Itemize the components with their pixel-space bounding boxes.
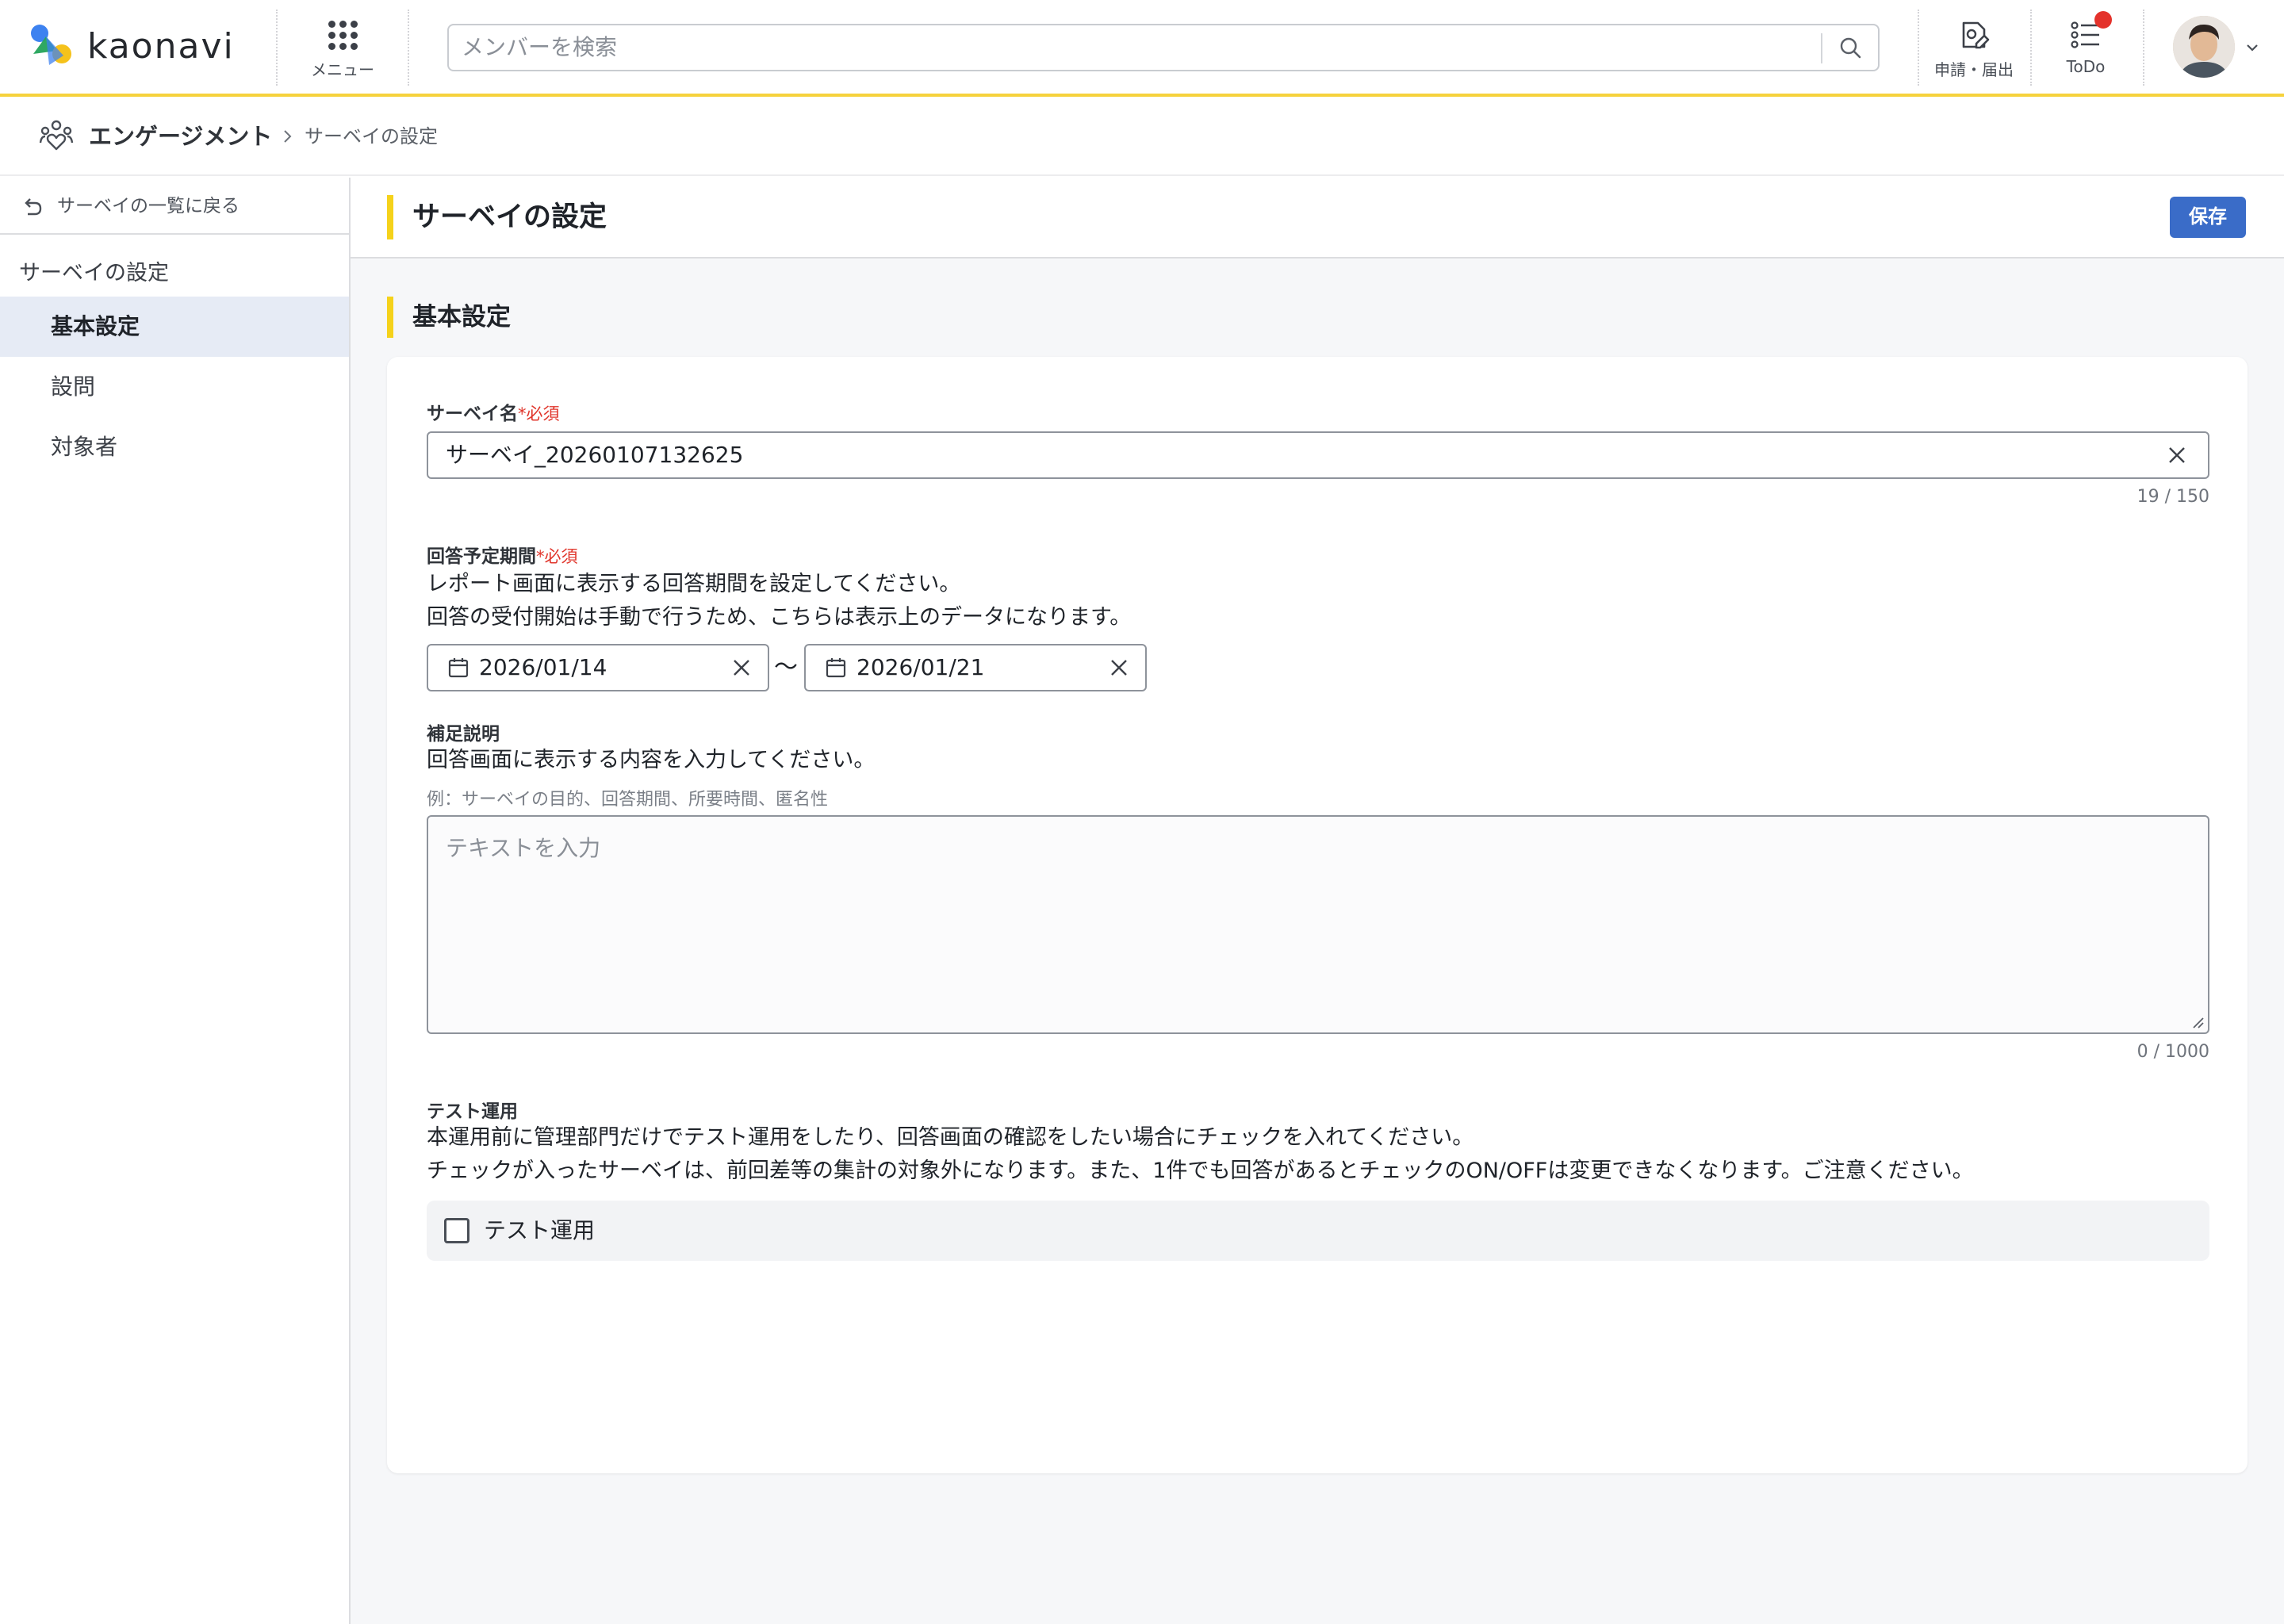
search-divider — [1821, 33, 1822, 63]
page-header: サーベイの設定 保存 — [351, 178, 2284, 259]
clear-icon[interactable] — [2167, 445, 2187, 465]
resize-grip-icon[interactable] — [2190, 1015, 2205, 1029]
required-mark: *必須 — [518, 404, 560, 423]
divider — [2143, 10, 2144, 86]
request-icon — [1956, 14, 1992, 56]
requests-label: 申請・届出 — [1934, 60, 2014, 79]
calendar-icon — [826, 658, 846, 678]
main-content: サーベイの設定 保存 基本設定 サーベイ名*必須 サーベイ_2026010713… — [351, 178, 2284, 1624]
divider — [276, 10, 278, 86]
title-accent — [387, 195, 393, 239]
page-title: サーベイの設定 — [412, 201, 607, 233]
engagement-icon — [39, 120, 74, 151]
undo-arrow-icon — [25, 198, 42, 216]
required-mark: *必須 — [536, 547, 578, 566]
todo-list-icon — [2067, 11, 2112, 56]
date-separator: 〜 — [774, 653, 798, 681]
test-desc-1: 本運用前に管理部門だけでテスト運用をしたり、回答画面の確認をしたい場合にチェック… — [427, 1125, 1474, 1150]
note-hint: 例：サーベイの目的、回答期間、所要時間、匿名性 — [427, 790, 829, 810]
search-placeholder: メンバーを検索 — [462, 34, 618, 60]
logo-mark-icon — [31, 25, 71, 65]
todo-label: ToDo — [2066, 57, 2106, 76]
survey-name-label: サーベイ名*必須 — [427, 404, 560, 424]
note-desc: 回答画面に表示する内容を入力してください。 — [427, 748, 876, 772]
notification-dot — [2094, 11, 2112, 29]
settings-card: サーベイ名*必須 サーベイ_20260107132625 19 / 150 回答… — [387, 357, 2248, 1473]
test-desc-2: チェックが入ったサーベイは、前回差等の集計の対象外になります。また、1件でも回答… — [427, 1159, 1974, 1183]
test-checkbox-row[interactable]: テスト運用 — [427, 1201, 2209, 1261]
start-date-value: 2026/01/14 — [479, 654, 607, 680]
sidebar-item-questions[interactable]: 設問 — [0, 357, 349, 417]
period-desc-2: 回答の受付開始は手動で行うため、こちらは表示上のデータになります。 — [427, 605, 1132, 630]
end-date-input[interactable]: 2026/01/21 — [804, 644, 1147, 691]
end-date-value: 2026/01/21 — [856, 654, 985, 680]
search-icon[interactable] — [1838, 36, 1862, 59]
top-header: kaonavi メニュー メンバーを検索 申請・届出 ToDo — [0, 0, 2284, 97]
divider — [1918, 10, 1919, 86]
menu-button[interactable]: メニュー — [305, 14, 381, 82]
period-desc-1: レポート画面に表示する回答期間を設定してください。 — [427, 572, 961, 596]
requests-button[interactable]: 申請・届出 — [1932, 14, 2016, 82]
breadcrumb-current: サーベイの設定 — [305, 125, 438, 147]
note-textarea[interactable]: テキストを入力 — [427, 815, 2209, 1034]
calendar-icon — [448, 658, 469, 678]
clear-icon[interactable] — [731, 657, 752, 678]
start-date-input[interactable]: 2026/01/14 — [427, 644, 769, 691]
survey-name-input[interactable]: サーベイ_20260107132625 — [427, 431, 2209, 479]
test-checkbox-label[interactable]: テスト運用 — [484, 1201, 595, 1261]
section-accent — [387, 297, 393, 338]
survey-name-value: サーベイ_20260107132625 — [446, 442, 744, 468]
breadcrumb: エンゲージメント サーベイの設定 — [0, 97, 2284, 176]
note-label: 補足説明 — [427, 724, 500, 745]
sidebar-heading: サーベイの設定 — [19, 261, 169, 285]
member-search-input[interactable]: メンバーを検索 — [447, 24, 1880, 71]
test-checkbox[interactable] — [444, 1218, 469, 1243]
save-button[interactable]: 保存 — [2170, 197, 2246, 238]
divider — [408, 10, 409, 86]
sidebar-item-targets[interactable]: 対象者 — [0, 417, 349, 477]
back-label: サーベイの一覧に戻る — [57, 196, 240, 216]
user-avatar[interactable] — [2173, 16, 2235, 78]
period-label: 回答予定期間*必須 — [427, 546, 578, 567]
sidebar: サーベイの一覧に戻る サーベイの設定 基本設定 設問 対象者 — [0, 178, 351, 1624]
section-title: 基本設定 — [412, 303, 511, 331]
note-counter: 0 / 1000 — [2136, 1042, 2209, 1062]
chevron-right-icon — [284, 130, 292, 143]
todo-button[interactable]: ToDo — [2054, 11, 2117, 82]
menu-label: メニュー — [311, 60, 374, 79]
sidebar-item-basic-settings[interactable]: 基本設定 — [0, 297, 349, 357]
test-label: テスト運用 — [427, 1101, 518, 1122]
chevron-down-icon[interactable] — [2244, 40, 2260, 56]
survey-name-counter: 19 / 150 — [2136, 487, 2209, 507]
breadcrumb-section[interactable]: エンゲージメント — [89, 97, 272, 176]
logo-text: kaonavi — [87, 25, 235, 67]
logo[interactable]: kaonavi — [22, 19, 235, 73]
menu-grid-icon — [328, 14, 358, 56]
clear-icon[interactable] — [1109, 657, 1129, 678]
divider — [2030, 10, 2032, 86]
back-to-list-link[interactable]: サーベイの一覧に戻る — [0, 178, 349, 235]
note-placeholder: テキストを入力 — [446, 835, 601, 861]
